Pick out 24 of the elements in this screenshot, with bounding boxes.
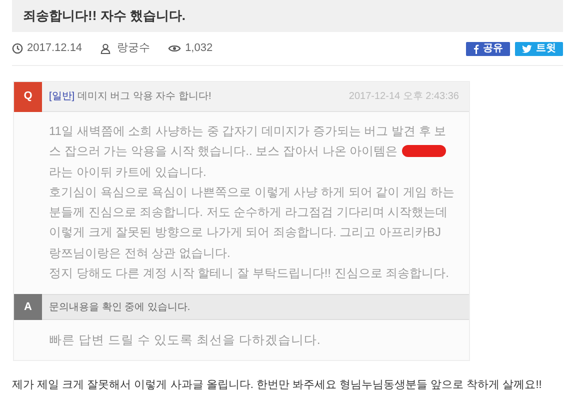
question-subject: [일반] 데미지 버그 악용 자수 합니다! (49, 90, 212, 104)
post-author: 랑궁수 (117, 41, 150, 56)
facebook-icon (473, 44, 479, 54)
answer-status: 문의내용을 확인 중에 있습니다. (49, 300, 190, 315)
question-text-line: 호기심이 욕심으로 욕심이 나쁜쪽으로 이렇게 사냥 하게 되어 같이 게임 하는 (49, 184, 454, 201)
share-button[interactable]: 공유 (466, 42, 510, 56)
post-title: 죄송합니다!! 자수 했습니다. (23, 7, 186, 26)
question-text-line: 11일 새벽쯤에 소희 사냥하는 중 갑자기 데미지가 증가되는 버그 발견 후 보 (49, 123, 446, 140)
question-text-line: 랑쯔님이랑은 전혀 상관 없습니다. (49, 244, 230, 262)
view-count: 1,032 (185, 41, 213, 56)
user-icon (100, 43, 112, 54)
eye-icon (168, 44, 182, 53)
bird-icon (522, 44, 532, 52)
post-date: 2017.12.14 (27, 41, 82, 56)
clock-icon (12, 43, 23, 54)
answer-text: 빠른 답변 드릴 수 있도록 최선을 다하겠습니다. (49, 332, 320, 349)
question-text-line: 스 잡으러 가는 악용을 시작 했습니다.. 보스 잡아서 나온 아이템은 (49, 143, 398, 160)
question-text-line: 라는 아이뒤 카트에 있습니다. (49, 164, 206, 181)
question-badge: Q (14, 82, 42, 112)
question-text-line: 정지 당해도 다른 계정 시작 할테니 잘 부탁드립니다!! 진심으로 죄송합니다. (49, 265, 450, 282)
answer-badge: A (14, 294, 42, 320)
question-text-line: 이렇게 크게 잘못된 방향으로 나가게 되어 죄송합니다. 그리고 아프리카BJ (49, 224, 442, 242)
question-text-line: 분들께 진심으로 죄송합니다. 저도 순수하게 라그점검 기다리며 시작했는데 (49, 204, 448, 222)
post-body: 제가 제일 크게 잘못해서 이렇게 사과글 올립니다. 한번만 봐주세요 형님누님동생분들 앞으로 착하게 살께요!! (12, 378, 543, 394)
